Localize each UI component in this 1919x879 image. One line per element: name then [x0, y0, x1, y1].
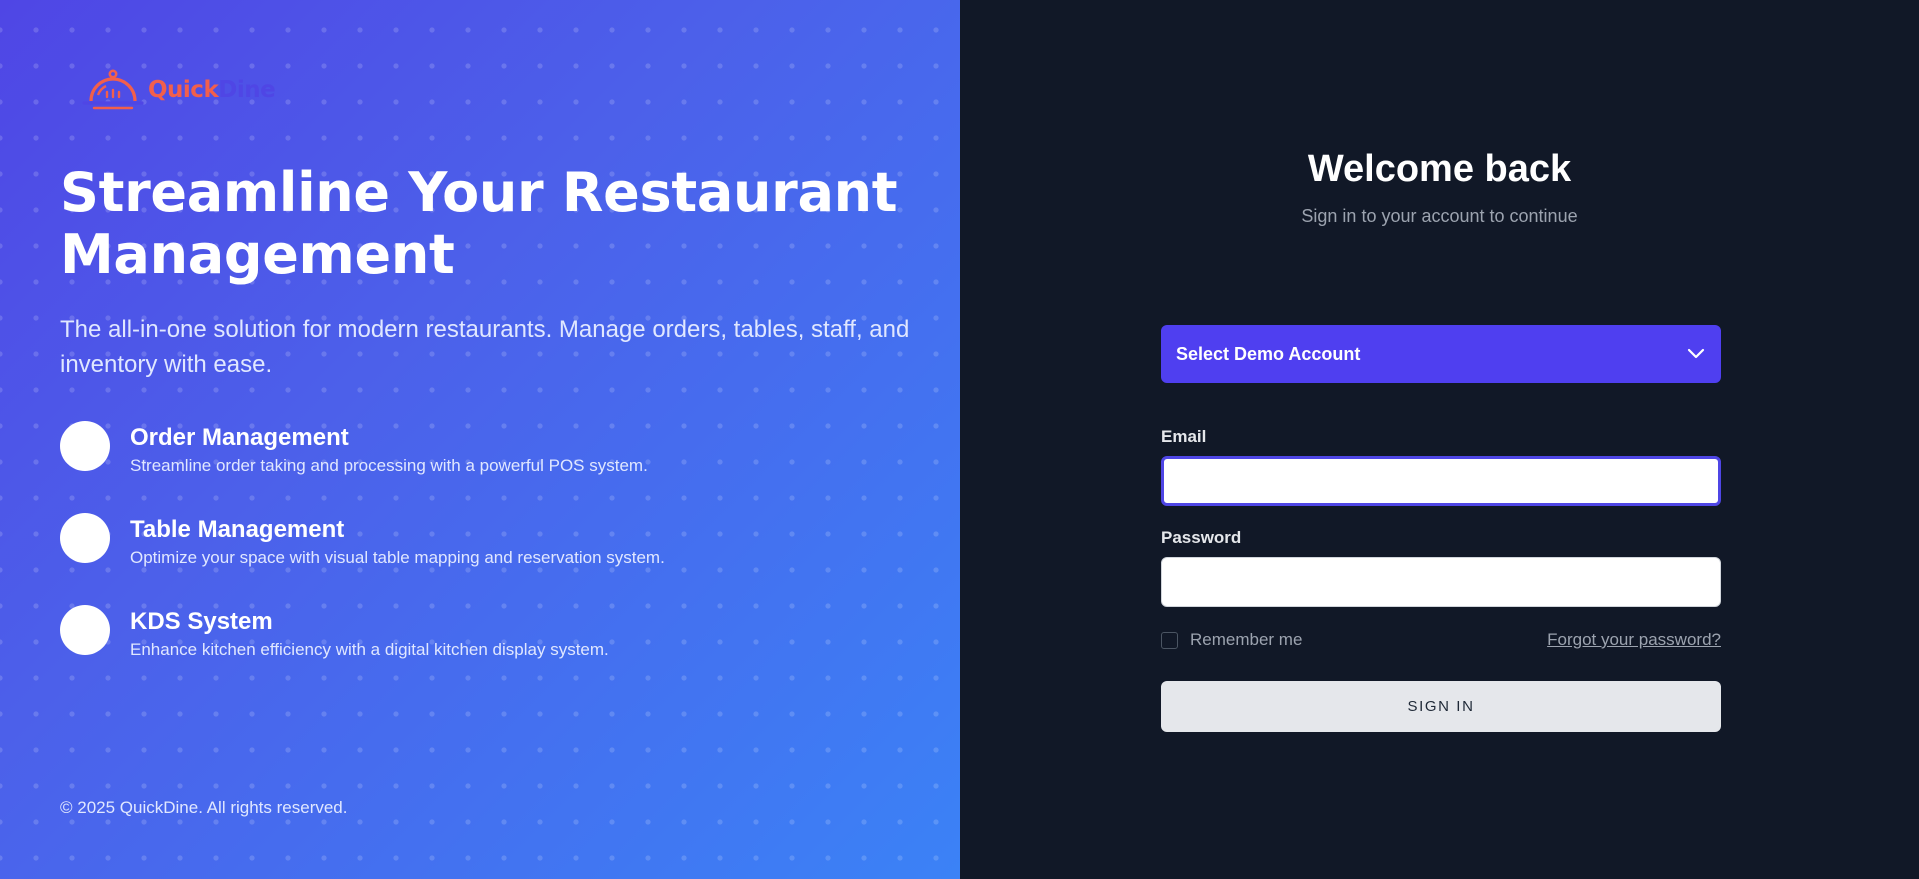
feature-title: Order Management [130, 424, 349, 451]
cloche-icon [82, 69, 144, 110]
logo-text-dine: Dine [218, 77, 276, 103]
copyright-text: © 2025 QuickDine. All rights reserved. [60, 798, 348, 817]
remember-me-label: Remember me [1190, 630, 1303, 649]
email-label: Email [1161, 427, 1207, 446]
feature-item-kds-system: KDS System Enhance kitchen efficiency wi… [60, 604, 920, 696]
password-field[interactable] [1161, 557, 1721, 607]
password-group: Password [1161, 528, 1721, 607]
logo[interactable]: QuickDine [82, 68, 276, 112]
feature-circle-icon [60, 421, 110, 471]
feature-body: Table Management Optimize your space wit… [130, 512, 665, 569]
feature-item-order-management: Order Management Streamline order taking… [60, 420, 920, 512]
hero-headline: Streamline Your Restaurant Management [60, 161, 898, 286]
feature-description: Optimize your space with visual table ma… [130, 548, 665, 567]
hero-tagline: The all-in-one solution for modern resta… [60, 316, 910, 378]
login-panel: Welcome back Sign in to your account to … [960, 0, 1919, 879]
logo-text-quick: Quick [148, 77, 219, 103]
feature-title: KDS System [130, 608, 273, 635]
hero-panel: QuickDine Streamline Your Restaurant Man… [0, 0, 960, 879]
logo-wordmark: QuickDine [148, 77, 276, 103]
login-title: Welcome back [1307, 148, 1572, 190]
remember-me[interactable]: Remember me [1161, 630, 1302, 650]
chevron-down-icon [1687, 348, 1705, 359]
sign-in-button[interactable]: SIGN IN [1161, 681, 1721, 732]
feature-body: Order Management Streamline order taking… [130, 420, 648, 477]
feature-title: Table Management [130, 516, 345, 543]
feature-circle-icon [60, 513, 110, 563]
feature-list: Order Management Streamline order taking… [60, 420, 920, 696]
remember-me-checkbox[interactable] [1161, 631, 1178, 649]
demo-account-select[interactable]: Select Demo Account [1161, 325, 1721, 383]
feature-item-table-management: Table Management Optimize your space wit… [60, 512, 920, 604]
feature-description: Enhance kitchen efficiency with a digita… [130, 640, 609, 659]
demo-account-select-label: Select Demo Account [1176, 343, 1361, 364]
email-field[interactable] [1161, 456, 1721, 506]
feature-circle-icon [60, 605, 110, 655]
form-options-row: Remember me Forgot your password? [1161, 629, 1721, 651]
feature-description: Streamline order taking and processing w… [130, 456, 648, 475]
login-subtitle: Sign in to your account to continue [1301, 206, 1578, 226]
password-label: Password [1161, 528, 1242, 547]
forgot-password-link[interactable]: Forgot your password? [1547, 630, 1721, 650]
email-group: Email [1161, 427, 1721, 506]
login-page: QuickDine Streamline Your Restaurant Man… [0, 0, 1919, 879]
feature-body: KDS System Enhance kitchen efficiency wi… [130, 604, 609, 661]
login-form: Select Demo Account Email Password Remem… [1161, 325, 1721, 732]
